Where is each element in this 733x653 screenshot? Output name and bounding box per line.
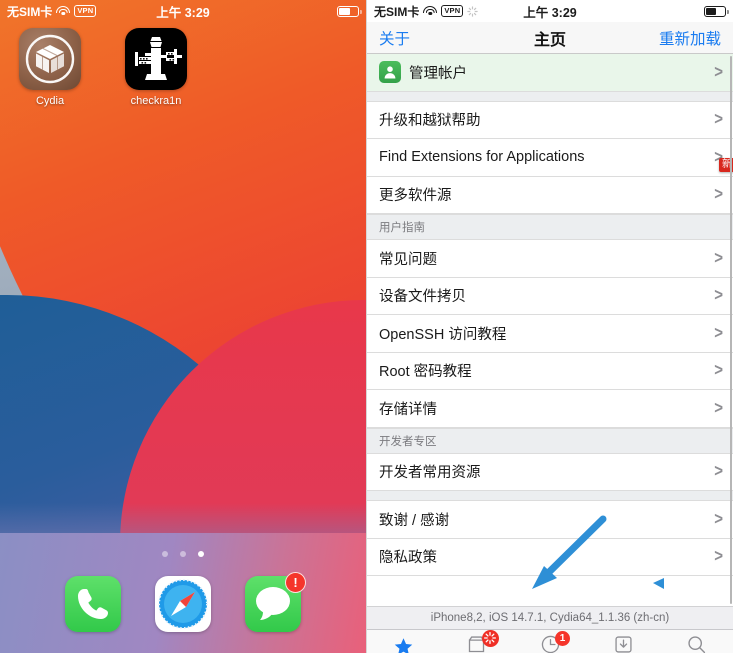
list-item[interactable]: OpenSSH 访问教程 >: [367, 315, 733, 353]
list-item-label: Root 密码教程: [379, 364, 472, 381]
device-info-footer: iPhone8,2, iOS 14.7.1, Cydia64_1.1.36 (z…: [367, 606, 733, 629]
device-info-text: iPhone8,2, iOS 14.7.1, Cydia64_1.1.36 (z…: [430, 612, 670, 624]
cydia-icon: [19, 28, 81, 90]
list-item-label: 升级和越狱帮助: [379, 113, 481, 130]
page-dot-active: [198, 551, 204, 557]
app-label: Cydia: [35, 95, 65, 107]
section-header-label: 开发者专区: [379, 435, 437, 448]
dock: !: [0, 561, 366, 647]
dock-app-phone[interactable]: [65, 576, 121, 632]
tab-search[interactable]: 搜索: [660, 630, 733, 653]
page-dot: [162, 551, 168, 557]
scrollbar[interactable]: [729, 56, 732, 604]
section-header: 开发者专区: [367, 427, 733, 454]
list-item-label: 常见问题: [379, 251, 437, 268]
screenshot-root: 无SIM卡 VPN 上午 3:29 Cydia checkra1n ! 无SIM…: [0, 0, 733, 653]
section-spacer: [367, 491, 733, 501]
list-item[interactable]: 隐私政策 >: [367, 538, 733, 576]
chevron-right-icon: >: [714, 62, 723, 83]
tab-download-box[interactable]: 已安装: [587, 630, 660, 653]
chevron-right-icon: >: [714, 509, 723, 530]
list-item[interactable]: Find Extensions for Applications > 新: [367, 139, 733, 177]
list-item-label: 存储详情: [379, 401, 437, 418]
cydia-home-list[interactable]: 管理帐户 > 升级和越狱帮助 > Find Extensions for Applica…: [367, 54, 733, 606]
status-time: 上午 3:29: [156, 5, 210, 20]
star-icon: [391, 635, 417, 653]
list-item[interactable]: 存储详情 >: [367, 390, 733, 428]
chevron-right-icon: >: [714, 398, 723, 419]
safari-icon: [155, 576, 211, 632]
section-header-label: 用户指南: [379, 222, 425, 234]
list-item[interactable]: 管理帐户 >: [367, 54, 733, 92]
list-item[interactable]: 更多软件源 >: [367, 176, 733, 214]
tab-loading-spinner-icon: [481, 629, 499, 647]
list-item[interactable]: 开发者常用资源 >: [367, 453, 733, 491]
section-header: 用户指南: [367, 214, 733, 240]
list-item[interactable]: 升级和越狱帮助 >: [367, 101, 733, 139]
battery-icon: [704, 5, 729, 17]
phone-icon: [65, 576, 121, 632]
list-item-label: 致谢 / 感谢: [379, 512, 450, 529]
battery-icon: [337, 5, 362, 17]
chevron-right-icon: >: [714, 109, 723, 130]
tab-clock[interactable]: 1变更: [513, 630, 586, 653]
download-box-icon: [610, 634, 636, 653]
clock-icon: 1: [537, 630, 570, 653]
chevron-right-icon: >: [714, 546, 723, 567]
list-item[interactable]: 常见问题 >: [367, 240, 733, 278]
tab-sources-box[interactable]: 软件源: [440, 629, 513, 653]
chevron-right-icon: >: [714, 248, 723, 269]
page-dots[interactable]: [0, 551, 366, 557]
navigation-bar: 关于 主页 重新加载: [367, 22, 733, 54]
list-item[interactable]: Root 密码教程 >: [367, 352, 733, 390]
list-item[interactable]: 致谢 / 感谢 >: [367, 501, 733, 539]
cydia-app: 无SIM卡 VPN 上午 3:29 关于 主页 重新加载 管理帐户 > 升级和越…: [366, 0, 733, 653]
cydia-status-bar: 无SIM卡 VPN 上午 3:29: [367, 0, 733, 22]
tab-star[interactable]: Cydia: [367, 630, 440, 653]
chevron-right-icon: >: [714, 285, 723, 306]
list-item-label: 隐私政策: [379, 550, 437, 567]
list-item-label: 设备文件拷贝: [379, 289, 466, 306]
page-title: 主页: [533, 31, 566, 49]
chevron-right-icon: >: [714, 461, 723, 482]
dock-app-messages[interactable]: !: [245, 572, 306, 632]
tab-bar: Cydia软件源1变更已安装搜索: [367, 629, 733, 653]
app-icon-cydia[interactable]: Cydia: [16, 28, 84, 107]
messages-badge: !: [285, 572, 306, 593]
section-spacer: [367, 91, 733, 102]
checkra1n-icon: [125, 28, 187, 90]
home-status-bar: 无SIM卡 VPN 上午 3:29: [0, 0, 366, 22]
list-item-label: 更多软件源: [379, 188, 452, 205]
list-item-label: Find Extensions for Applications: [379, 149, 585, 166]
list-item-label: OpenSSH 访问教程: [379, 326, 507, 343]
list-item-label: 管理帐户: [409, 65, 467, 82]
app-grid: Cydia checkra1n: [0, 28, 366, 107]
chevron-right-icon: >: [714, 184, 723, 205]
chevron-right-icon: >: [714, 360, 723, 381]
tab-badge: 1: [555, 630, 570, 646]
dock-app-safari[interactable]: [155, 576, 211, 632]
account-person-icon: [379, 61, 401, 84]
list-item-label: 开发者常用资源: [379, 465, 481, 482]
app-icon-checkra1n[interactable]: checkra1n: [122, 28, 190, 107]
app-label: checkra1n: [130, 95, 182, 107]
search-icon: [683, 634, 709, 653]
chevron-right-icon: >: [714, 323, 723, 344]
status-time: 上午 3:29: [523, 5, 577, 20]
page-dot: [180, 551, 186, 557]
list-item[interactable]: 设备文件拷贝 >: [367, 277, 733, 315]
ios-home-screen: 无SIM卡 VPN 上午 3:29 Cydia checkra1n !: [0, 0, 366, 653]
sources-box-icon: [464, 629, 499, 653]
